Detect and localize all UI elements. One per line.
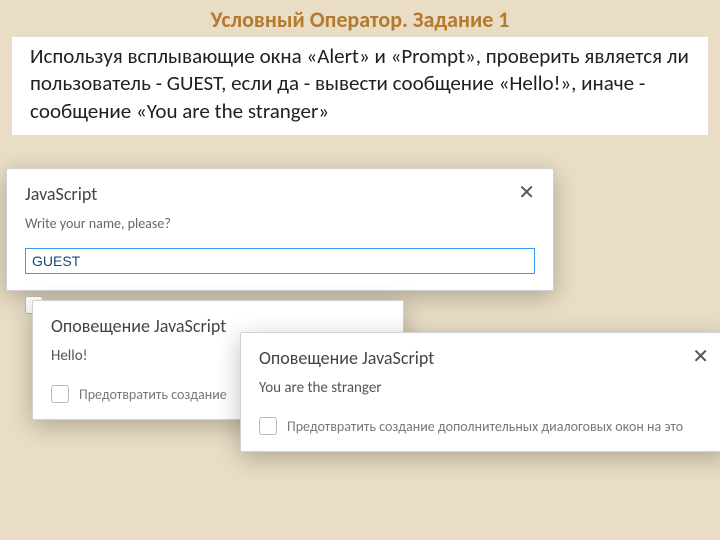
prompt-input[interactable] xyxy=(25,248,535,274)
suppress-checkbox[interactable] xyxy=(51,385,69,403)
close-icon[interactable]: ✕ xyxy=(692,347,709,367)
suppress-checkbox[interactable] xyxy=(259,417,277,435)
prompt-message: Write your name, please? xyxy=(25,215,535,232)
prompt-dialog: JavaScript ✕ Write your name, please? xyxy=(6,168,554,291)
alert-dialog-title: Оповещение JavaScript xyxy=(51,315,226,337)
slide-title: Условный Оператор. Задание 1 xyxy=(0,0,720,33)
alert-dialog-title: Оповещение JavaScript xyxy=(259,347,434,369)
task-description: Используя всплывающие окна «Alert» и «Pr… xyxy=(12,37,708,135)
alert-message: You are the stranger xyxy=(259,379,709,397)
close-icon[interactable]: ✕ xyxy=(518,183,535,203)
alert-dialog-stranger: Оповещение JavaScript ✕ You are the stra… xyxy=(240,332,720,452)
suppress-label: Предотвратить создание xyxy=(79,386,227,403)
suppress-label: Предотвратить создание дополнительных ди… xyxy=(287,418,683,435)
prompt-dialog-title: JavaScript xyxy=(25,183,97,205)
